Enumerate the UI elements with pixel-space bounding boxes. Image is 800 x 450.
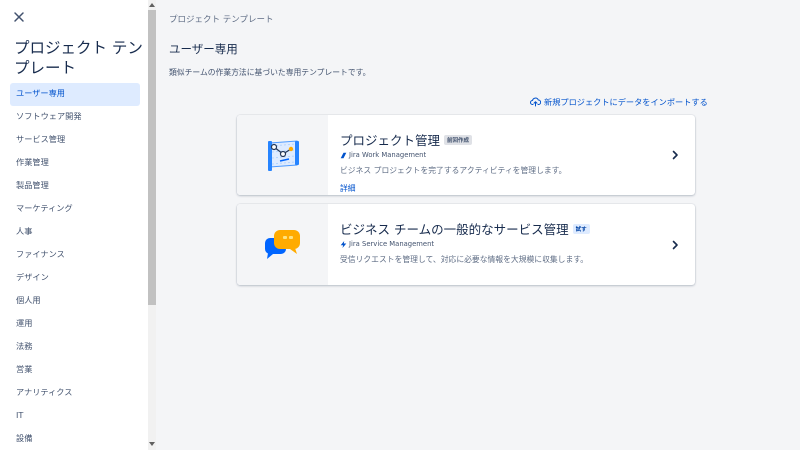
sidebar-item-hr[interactable]: 人事 [10,221,140,244]
sidebar-item-work-management[interactable]: 作業管理 [10,152,140,175]
card-illustration [237,204,328,285]
sidebar: プロジェクト テンプレート ユーザー専用 ソフトウェア開発 サービス管理 作業管… [0,0,148,450]
sidebar-item-it[interactable]: IT [10,405,140,428]
sidebar-item-user-specific[interactable]: ユーザー専用 [10,83,140,106]
chevron-right-icon[interactable] [670,150,680,160]
card-title: ビジネス チームの一般的なサービス管理 [340,222,569,237]
jira-service-management-icon [340,240,347,248]
jira-work-management-icon [340,152,347,158]
scrollbar-thumb[interactable] [148,10,156,305]
sidebar-item-sales[interactable]: 営業 [10,359,140,382]
sidebar-item-product-management[interactable]: 製品管理 [10,175,140,198]
page-title: ユーザー専用 [169,42,238,56]
sidebar-item-service-management[interactable]: サービス管理 [10,129,140,152]
close-button[interactable] [11,9,27,25]
sidebar-item-operations[interactable]: 運用 [10,313,140,336]
product-label: Jira Work Management [349,151,427,159]
sidebar-item-legal[interactable]: 法務 [10,336,140,359]
card-title: プロジェクト管理 [340,133,441,148]
product-name: Jira Work Management [340,151,660,159]
sidebar-item-finance[interactable]: ファイナンス [10,244,140,267]
product-label: Jira Service Management [349,240,435,248]
project-board-illustration-icon [268,140,299,171]
page-description: 類似チームの作業方法に基づいた専用テンプレートです。 [169,68,371,77]
sidebar-item-facilities[interactable]: 設備 [10,428,140,450]
sidebar-item-software-development[interactable]: ソフトウェア開発 [10,106,140,129]
sidebar-scrollbar[interactable] [148,0,156,450]
scroll-up-icon[interactable] [149,3,155,7]
import-link-label: 新規プロジェクトにデータをインポートする [544,97,708,107]
card-content: プロジェクト管理 前回作成 Jira Work Management ビジネス … [340,130,660,195]
card-content: ビジネス チームの一般的なサービス管理 試す Jira Service Mana… [340,219,660,265]
category-nav: ユーザー専用 ソフトウェア開発 サービス管理 作業管理 製品管理 マーケティング… [10,83,140,450]
template-card-business-service-management[interactable]: ビジネス チームの一般的なサービス管理 試す Jira Service Mana… [237,204,695,285]
details-link[interactable]: 詳細 [340,183,356,194]
chat-bubbles-illustration-icon [265,230,300,259]
card-description: ビジネス プロジェクトを完了するアクティビティを管理します。 [340,166,567,175]
sidebar-item-design[interactable]: デザイン [10,267,140,290]
card-description: 受信リクエストを管理して、対応に必要な情報を大規模に収集します。 [340,255,589,264]
chevron-right-icon[interactable] [670,240,680,250]
cloud-upload-icon [530,97,541,107]
sidebar-item-marketing[interactable]: マーケティング [10,198,140,221]
card-illustration [237,115,328,195]
template-card-project-management[interactable]: プロジェクト管理 前回作成 Jira Work Management ビジネス … [237,115,695,195]
import-data-link[interactable]: 新規プロジェクトにデータをインポートする [530,96,708,108]
sidebar-title: プロジェクト テンプレート [14,39,143,77]
sidebar-item-analytics[interactable]: アナリティクス [10,382,140,405]
sidebar-item-personal[interactable]: 個人用 [10,290,140,313]
product-name: Jira Service Management [340,240,660,248]
try-badge: 試す [572,223,590,234]
close-icon [14,12,24,22]
breadcrumb: プロジェクト テンプレート [169,15,274,25]
scroll-down-icon[interactable] [149,442,155,446]
status-badge: 前回作成 [444,134,473,145]
